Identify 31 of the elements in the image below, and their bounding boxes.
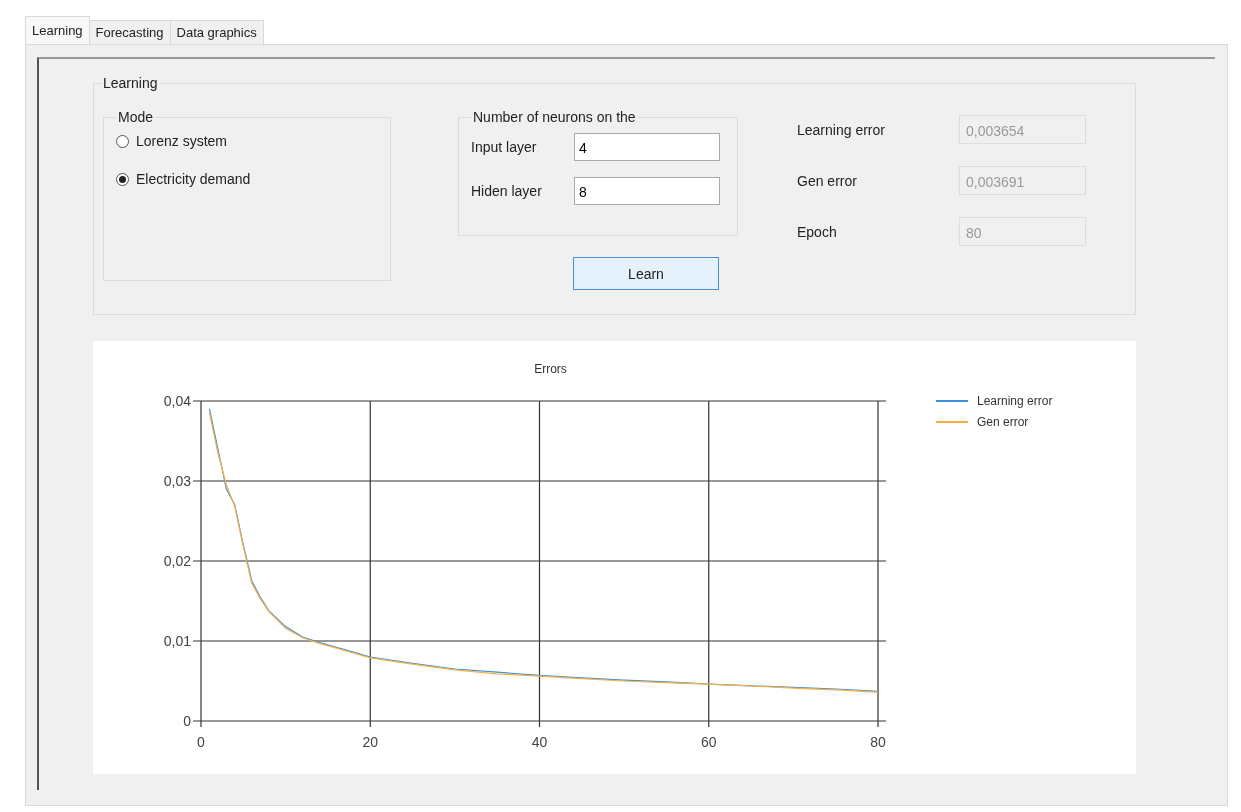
tab[interactable]: Forecasting: [88, 20, 171, 44]
field-label: Hiden layer: [471, 183, 542, 199]
legend-label: Learning error: [977, 394, 1053, 408]
radio-button[interactable]: [116, 134, 129, 148]
axis-tick-label: 0,02: [163, 553, 191, 569]
chart-title: Errors: [534, 362, 567, 376]
axis-tick-label: 0,04: [163, 393, 191, 409]
axis-tick-label: 0: [183, 713, 191, 729]
field-label: Input layer: [471, 139, 537, 155]
input-field[interactable]: 4: [574, 133, 720, 161]
group-title: Learning: [102, 75, 159, 91]
axis-tick-label: 0,03: [163, 473, 191, 489]
field-label: Epoch: [797, 223, 838, 240]
field-label: Gen error: [797, 172, 858, 189]
tab[interactable]: Learning: [25, 16, 90, 44]
field-label: Learning error: [797, 121, 886, 138]
radio-label: Electricity demand: [136, 171, 251, 187]
axis-tick-label: 80: [870, 734, 886, 750]
input-field[interactable]: 8: [574, 177, 720, 205]
axis-tick-label: 60: [700, 734, 717, 750]
axis-tick-label: 0,01: [163, 633, 191, 649]
group-title: Mode: [117, 109, 155, 125]
axis-tick-label: 0: [197, 734, 205, 750]
radio-label: Lorenz system: [136, 133, 228, 149]
tab[interactable]: Data graphics: [169, 20, 264, 44]
group-title: Number of neurons on the: [472, 109, 637, 125]
axis-tick-label: 20: [362, 734, 379, 750]
legend-label: Gen error: [977, 415, 1029, 429]
learn-button[interactable]: Learn: [573, 257, 719, 290]
radio-button[interactable]: [116, 172, 129, 186]
axis-tick-label: 40: [531, 734, 548, 750]
